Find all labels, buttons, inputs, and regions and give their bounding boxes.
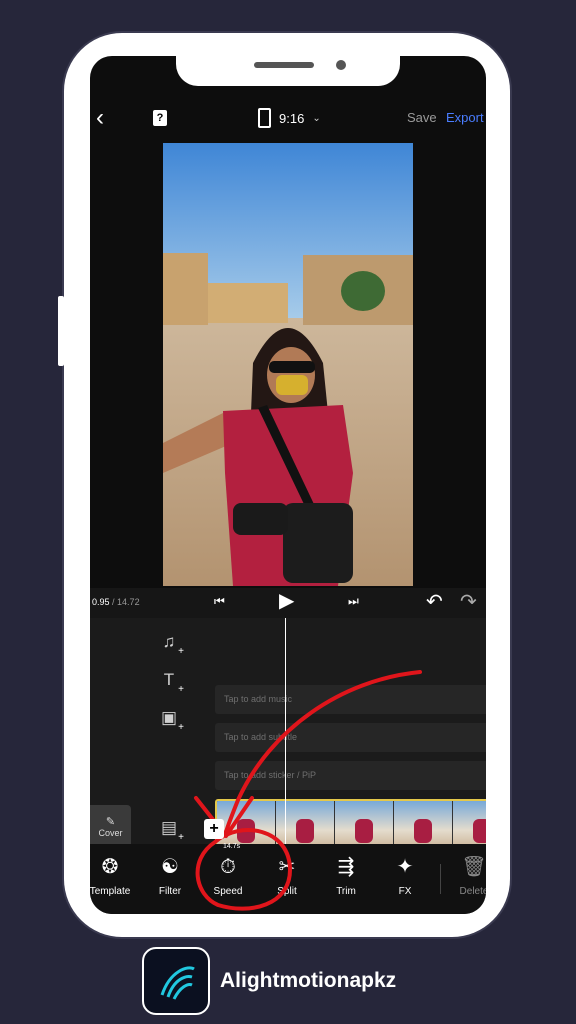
skip-to-end-icon[interactable]: ⏭ [348,594,359,609]
phone-notch [176,56,400,86]
subtitle-track[interactable]: Tap to add subtitle [215,723,486,752]
sticker-pip-track[interactable]: Tap to add sticker / PiP [215,761,486,790]
brand-footer: Alightmotionapkz [142,947,396,1015]
back-arrow-icon[interactable]: ‹ [96,106,104,130]
current-time: 0.95 [92,597,110,607]
add-music-icon[interactable]: ♫ + [156,632,184,657]
trim-label: Trim [336,886,356,897]
save-button[interactable]: Save [407,110,437,125]
undo-icon[interactable]: ↶ [426,589,443,614]
add-image-icon[interactable]: ▣ + [156,708,184,733]
logo-stroke-base [172,983,193,1000]
speaker-grille [254,62,314,68]
time-separator: / [109,597,118,607]
brand-name: Alightmotionapkz [220,969,397,992]
speed-label: Speed [213,886,243,897]
trim-icon: ⇶ [337,856,355,878]
fx-tool[interactable]: ✦ FX [377,854,433,897]
aspect-ratio-label: 9:16 [279,110,305,126]
add-clip-track-icon[interactable]: ▤ + [156,818,184,843]
play-icon[interactable]: ▶ [279,591,294,611]
alight-motion-logo [142,947,210,1015]
fx-label: FX [398,886,412,897]
trash-icon: 🗑 [461,856,486,878]
palace-left-wing [208,283,288,323]
music-track[interactable]: Tap to add music [215,685,486,714]
chevron-down-icon: ⌄ [312,112,321,124]
face-mask [276,375,308,395]
split-tool[interactable]: ✂ Split [259,854,315,897]
timecode: 0.95 / 14.72 [92,597,140,607]
video-preview[interactable] [163,143,413,586]
filter-label: Filter [158,886,182,897]
black-bag [283,503,353,583]
filter-circles-icon: ☯ [161,856,179,878]
add-clip-button[interactable]: + [204,819,224,839]
transport-bar: 0.95 / 14.72 ⏮ ▶ ⏭ ↶ ↷ [90,588,486,618]
sparkle-star-icon: ✦ [396,856,414,878]
top-bar: ‹ ? 9:16 ⌄ Save Export [90,106,486,130]
template-label: Template [90,886,131,897]
help-book-icon[interactable]: ? [153,110,167,126]
total-duration: 14.72 [117,597,140,607]
add-text-icon[interactable]: T + [156,670,184,695]
scissors-icon: ✂ [278,856,296,878]
filter-tool[interactable]: ☯ Filter [142,854,198,897]
toolbar-divider [440,864,441,894]
aspect-ratio-selector[interactable]: 9:16 ⌄ [258,106,321,130]
phone-side-button [58,296,64,366]
playhead[interactable] [285,618,286,844]
export-button[interactable]: Export [446,110,484,125]
template-tool[interactable]: ❂ Template [90,854,138,897]
cover-label: Cover [98,828,123,838]
bottom-toolbar: ❂ Template ☯ Filter ⏱ Speed ✂ Split ⇶ Tr… [90,844,486,914]
pencil-icon: ✎ [105,816,116,828]
front-camera [336,60,346,70]
waist-pouch [233,503,288,535]
delete-label: Delete [459,886,486,897]
delete-tool[interactable]: 🗑 Delete [446,854,486,897]
tree [341,271,385,311]
speedometer-icon: ⏱ [220,856,236,878]
skip-to-start-icon[interactable]: ⏮ [214,594,225,609]
split-label: Split [277,886,297,897]
sunglasses [269,361,315,373]
redo-icon[interactable]: ↷ [460,589,477,614]
app-screen: ‹ ? 9:16 ⌄ Save Export 0.95 / 14.72 ⏮ ▶ … [90,56,486,914]
timeline: ♫ + Tap to add music T + Tap to add subtit… [90,618,486,902]
trim-tool[interactable]: ⇶ Trim [318,854,374,897]
phone-portrait-icon [258,108,271,128]
clip-duration: 14.7s [223,843,241,850]
palace-left [163,253,208,325]
film-reel-icon: ❂ [101,856,119,878]
speed-tool[interactable]: ⏱ Speed [200,854,256,897]
